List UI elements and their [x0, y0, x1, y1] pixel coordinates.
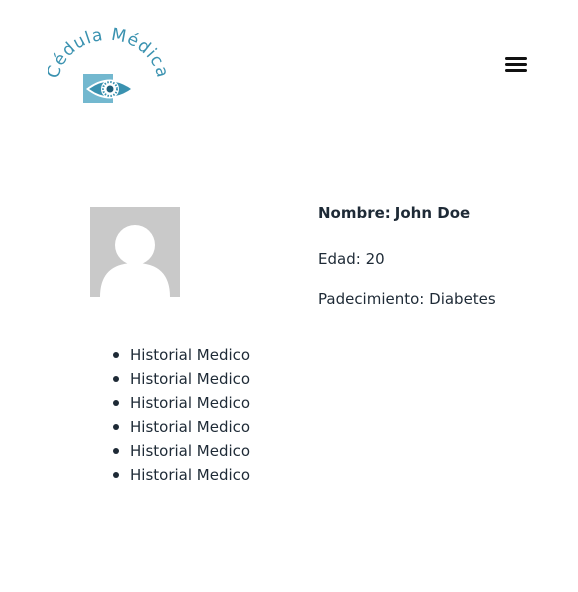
menu-bar	[505, 69, 527, 72]
logo-graphic: Cédula Médica	[48, 26, 166, 103]
patient-name-row: Nombre: John Doe	[318, 202, 558, 224]
svg-text:Cédula Médica: Cédula Médica	[48, 26, 166, 81]
logo-text: Cédula Médica	[48, 26, 166, 81]
patient-name: John Doe	[394, 204, 471, 222]
medical-history-item[interactable]: Historial Medico	[112, 415, 250, 439]
medical-history-item[interactable]: Historial Medico	[112, 343, 250, 367]
name-label: Nombre:	[318, 204, 391, 222]
medical-history-item[interactable]: Historial Medico	[112, 391, 250, 415]
patient-info: Nombre: John Doe Edad: 20 Padecimiento: D…	[318, 202, 558, 310]
menu-bar	[505, 63, 527, 66]
medical-history-list: Historial Medico Historial Medico Histor…	[112, 343, 250, 487]
medical-history-item[interactable]: Historial Medico	[112, 463, 250, 487]
avatar-silhouette	[100, 225, 170, 297]
condition-label: Padecimiento:	[318, 290, 425, 308]
menu-bar	[505, 57, 527, 60]
hamburger-menu-icon[interactable]	[500, 52, 532, 78]
site-logo[interactable]: Cédula Médica	[48, 26, 166, 108]
patient-age: 20	[365, 250, 385, 268]
patient-condition-row: Padecimiento: Diabetes	[318, 288, 558, 310]
medical-history-item[interactable]: Historial Medico	[112, 439, 250, 463]
eye-logo-icon	[83, 74, 134, 103]
medical-history-item[interactable]: Historial Medico	[112, 367, 250, 391]
site-header: Cédula Médica	[0, 0, 578, 130]
age-label: Edad:	[318, 250, 361, 268]
patient-condition: Diabetes	[429, 290, 496, 308]
user-placeholder-icon	[90, 207, 180, 297]
patient-age-row: Edad: 20	[318, 248, 558, 270]
